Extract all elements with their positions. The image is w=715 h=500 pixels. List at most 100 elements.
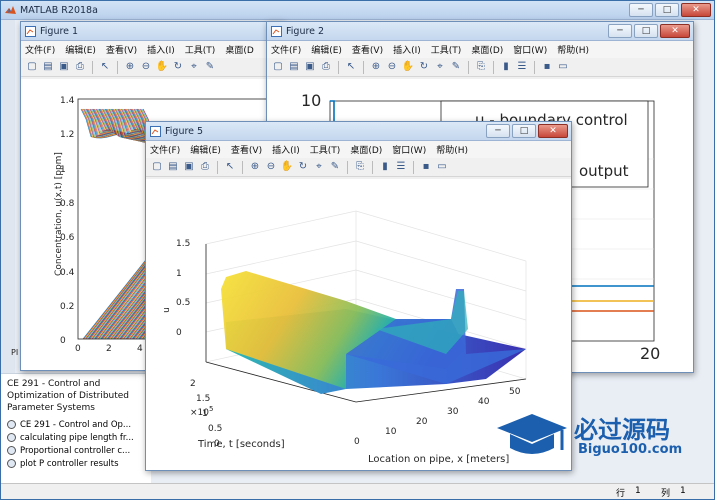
menu-insert[interactable]: 插入(I) (272, 143, 300, 156)
figure1-ytick: 0 (60, 336, 66, 347)
figure2-minimize-button[interactable]: ─ (608, 24, 632, 38)
zoom-out-icon[interactable]: ⊖ (139, 60, 153, 74)
hide-plot-tools-icon[interactable]: ▪ (419, 160, 433, 174)
zoom-out-icon[interactable]: ⊖ (264, 160, 278, 174)
live-script-icon (7, 446, 16, 455)
main-titlebar[interactable]: MATLAB R2018a ─ □ ✕ (1, 1, 714, 20)
print-icon[interactable]: ⎙ (198, 160, 212, 174)
matlab-logo-icon (5, 5, 16, 16)
zoom-in-icon[interactable]: ⊕ (123, 60, 137, 74)
figure5-maximize-button[interactable]: □ (512, 124, 536, 138)
new-figure-icon[interactable]: ▢ (271, 60, 285, 74)
rotate-icon[interactable]: ↻ (171, 60, 185, 74)
figure-icon (271, 25, 282, 37)
menu-desktop[interactable]: 桌面(D) (350, 143, 382, 156)
menu-tools[interactable]: 工具(T) (310, 143, 341, 156)
data-cursor-icon[interactable]: ⌖ (187, 60, 201, 74)
main-close-button[interactable]: ✕ (681, 3, 711, 17)
menu-view[interactable]: 查看(V) (231, 143, 262, 156)
figure2-title: Figure 2 (286, 25, 325, 37)
figure1-ytick: 1.2 (60, 130, 75, 141)
figure5-xtick: 20 (416, 417, 428, 427)
figure2-close-button[interactable]: ✕ (660, 24, 690, 38)
main-left-strip (1, 20, 15, 380)
figure1-xtick: 0 (75, 344, 81, 354)
menu-tools[interactable]: 工具(T) (431, 43, 462, 56)
open-icon[interactable]: ▤ (287, 60, 301, 74)
brush-icon[interactable]: ✎ (449, 60, 463, 74)
pan-icon[interactable]: ✋ (401, 60, 415, 74)
show-plot-tools-icon[interactable]: ▭ (556, 60, 570, 74)
menu-window[interactable]: 窗口(W) (392, 143, 426, 156)
main-maximize-button[interactable]: □ (655, 3, 679, 17)
save-icon[interactable]: ▣ (57, 60, 71, 74)
figure1-titlebar[interactable]: Figure 1 (21, 22, 284, 41)
menu-window[interactable]: 窗口(W) (513, 43, 547, 56)
colorbar-icon[interactable]: ▮ (499, 60, 513, 74)
figure2-titlebar[interactable]: Figure 2 ─ □ ✕ (267, 22, 693, 41)
menu-insert[interactable]: 插入(I) (393, 43, 421, 56)
menu-edit[interactable]: 编辑(E) (190, 143, 221, 156)
rotate-icon[interactable]: ↻ (296, 160, 310, 174)
live-script-icon (7, 459, 16, 468)
zoom-in-icon[interactable]: ⊕ (248, 160, 262, 174)
menu-file[interactable]: 文件(F) (150, 143, 180, 156)
menu-help[interactable]: 帮助(H) (557, 43, 589, 56)
figure1-ytick: 0.4 (60, 267, 75, 278)
data-cursor-icon[interactable]: ⌖ (433, 60, 447, 74)
figure5-ztick: 1.5 (176, 239, 191, 249)
data-cursor-icon[interactable]: ⌖ (312, 160, 326, 174)
figure-icon (25, 25, 36, 37)
menu-edit[interactable]: 编辑(E) (65, 43, 96, 56)
file-description: CE 291 - Control and Optimization of Dis… (7, 379, 130, 413)
show-plot-tools-icon[interactable]: ▭ (435, 160, 449, 174)
print-icon[interactable]: ⎙ (319, 60, 333, 74)
menu-insert[interactable]: 插入(I) (147, 43, 175, 56)
pan-icon[interactable]: ✋ (155, 60, 169, 74)
menu-desktop[interactable]: 桌面(D) (471, 43, 503, 56)
figure5-y-exponent: ×105 (190, 405, 214, 418)
menu-file[interactable]: 文件(F) (271, 43, 301, 56)
colorbar-icon[interactable]: ▮ (378, 160, 392, 174)
graduation-cap-icon (497, 414, 567, 454)
rotate-icon[interactable]: ↻ (417, 60, 431, 74)
menu-view[interactable]: 查看(V) (352, 43, 383, 56)
menu-desktop[interactable]: 桌面(D (225, 43, 253, 56)
save-icon[interactable]: ▣ (182, 160, 196, 174)
figure5-minimize-button[interactable]: ─ (486, 124, 510, 138)
file-item[interactable]: Proportional controller c... (7, 444, 145, 457)
pointer-icon[interactable]: ↖ (98, 60, 112, 74)
menu-file[interactable]: 文件(F) (25, 43, 55, 56)
link-plot-icon[interactable]: ⎘ (474, 60, 488, 74)
menu-tools[interactable]: 工具(T) (185, 43, 216, 56)
main-minimize-button[interactable]: ─ (629, 3, 653, 17)
new-figure-icon[interactable]: ▢ (150, 160, 164, 174)
zoom-out-icon[interactable]: ⊖ (385, 60, 399, 74)
figure5-close-button[interactable]: ✕ (538, 124, 568, 138)
figure1-xtick: 2 (106, 344, 112, 354)
file-item[interactable]: calculating pipe length fr... (7, 431, 145, 444)
figure5-ztick: 0 (176, 327, 182, 338)
pointer-icon[interactable]: ↖ (344, 60, 358, 74)
print-icon[interactable]: ⎙ (73, 60, 87, 74)
save-icon[interactable]: ▣ (303, 60, 317, 74)
menu-edit[interactable]: 编辑(E) (311, 43, 342, 56)
brush-icon[interactable]: ✎ (203, 60, 217, 74)
file-item[interactable]: CE 291 - Control and Op... (7, 418, 145, 431)
link-plot-icon[interactable]: ⎘ (353, 160, 367, 174)
open-icon[interactable]: ▤ (166, 160, 180, 174)
menu-help[interactable]: 帮助(H) (436, 143, 468, 156)
file-item[interactable]: plot P controller results (7, 457, 145, 470)
open-icon[interactable]: ▤ (41, 60, 55, 74)
legend-icon[interactable]: ☰ (515, 60, 529, 74)
zoom-in-icon[interactable]: ⊕ (369, 60, 383, 74)
legend-icon[interactable]: ☰ (394, 160, 408, 174)
brush-icon[interactable]: ✎ (328, 160, 342, 174)
pointer-icon[interactable]: ↖ (223, 160, 237, 174)
pan-icon[interactable]: ✋ (280, 160, 294, 174)
figure5-titlebar[interactable]: Figure 5 ─ □ ✕ (146, 122, 571, 141)
hide-plot-tools-icon[interactable]: ▪ (540, 60, 554, 74)
figure2-maximize-button[interactable]: □ (634, 24, 658, 38)
menu-view[interactable]: 查看(V) (106, 43, 137, 56)
new-figure-icon[interactable]: ▢ (25, 60, 39, 74)
